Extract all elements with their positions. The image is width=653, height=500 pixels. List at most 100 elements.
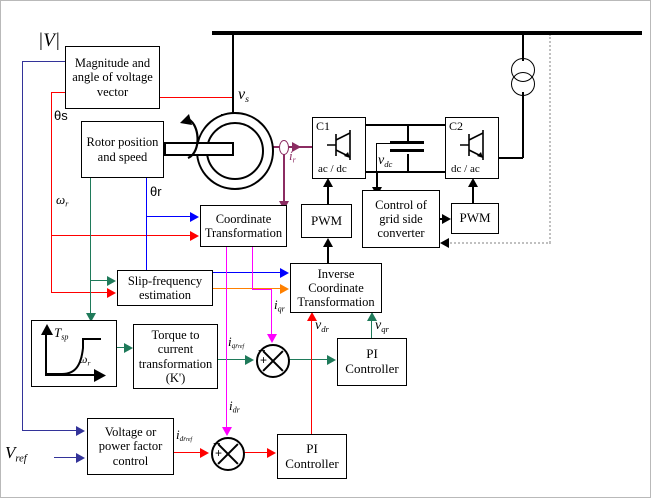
block-grid-side-control[interactable]: Control of grid side converter [362, 190, 440, 248]
rotor-current-sensor-node [279, 140, 289, 155]
magenta-iqr-arrow [267, 334, 277, 343]
label-omega-r: ωr [56, 192, 69, 209]
summing-junction-q: − + [256, 344, 290, 378]
red-to-coord-transform [51, 235, 194, 236]
block-inverse-coordinate-label: Inverse Coordinate Transformation [297, 266, 375, 310]
control-to-pwm-grid-arrow [442, 214, 451, 224]
label-omega-r-curve: ωr [79, 352, 91, 368]
red-to-slip-freq [51, 292, 111, 293]
pwm-rotor-to-c1-arrow [323, 178, 333, 187]
green-omega-rail [90, 178, 91, 323]
transformer-lv-line [522, 92, 524, 158]
blue-theta-r-rail [146, 178, 147, 272]
dc-cap-lead-top [407, 124, 409, 142]
magenta-idr-arrow [222, 427, 232, 436]
pwm-grid-to-c2-line [472, 186, 474, 203]
red-vs-sense-line [160, 97, 232, 98]
green-tsp-to-torque-arrow [124, 343, 133, 353]
tsp-y-axis-arrow-icon [41, 324, 53, 335]
label-c2-mode: dc / ac [451, 163, 480, 175]
label-c2: C2 [449, 119, 464, 133]
navy-left-rail [22, 61, 23, 430]
inverse-to-pwm-rotor-arrow [323, 238, 333, 247]
label-c1-mode: ac / dc [318, 163, 347, 175]
green-sum-to-pi-q-arrow [327, 355, 336, 365]
block-inverse-coordinate-transformation[interactable]: Inverse Coordinate Transformation [290, 263, 382, 313]
transformer-hv-line [522, 33, 524, 61]
grid-feedback-arrow [440, 238, 449, 248]
block-rotor-position-speed[interactable]: Rotor position and speed [81, 121, 164, 178]
grid-feedback-dotted-vertical [549, 34, 551, 243]
red-to-coord-arrow [190, 231, 199, 241]
blue-to-coord-transform [146, 216, 194, 217]
rotor-current-branch-vertical [283, 152, 285, 204]
pwm-grid-to-c2-arrow [468, 178, 478, 187]
green-sum-to-pi-q [286, 359, 330, 360]
label-idr: idr [229, 398, 240, 415]
orange-slip-to-inverse-arrow [280, 284, 289, 294]
block-magnitude-angle-label: Magnitude and angle of voltage vector [72, 56, 153, 99]
block-pwm-rotor[interactable]: PWM [301, 204, 352, 238]
block-voltage-pf-control[interactable]: Voltage or power factor control [87, 418, 174, 475]
tsp-x-axis-arrow-icon [94, 369, 106, 382]
label-tsp: Tsp [54, 325, 69, 342]
block-pwm-rotor-label: PWM [310, 212, 343, 228]
red-vdr-line [311, 320, 312, 434]
block-pi-controller-q-label: PI Controller [345, 346, 399, 376]
magenta-iqr-vertical-b [271, 289, 272, 336]
label-vdr: vdr [315, 318, 329, 334]
label-v-magnitude: |V| [38, 30, 61, 51]
block-torque-to-current[interactable]: Torque to current transformation (K') [133, 324, 218, 389]
label-idr-ref: idrref [176, 427, 193, 444]
transformer-coil-secondary [511, 72, 535, 96]
vdc-tap-line [376, 143, 390, 144]
blue-to-inverse-arrow [280, 268, 289, 278]
green-torque-to-sum-arrow [245, 355, 254, 365]
blue-to-coord-arrow [190, 212, 199, 222]
dc-capacitor-plate-top [390, 141, 424, 144]
red-vpf-to-sum-arrow [200, 448, 209, 458]
block-pi-controller-q[interactable]: PI Controller [337, 338, 407, 386]
rotation-arrow-icon [180, 114, 199, 160]
block-pwm-grid-label: PWM [459, 210, 491, 226]
sum-q-plus: + [260, 353, 268, 367]
dc-capacitor-plate-bottom [390, 149, 424, 152]
label-vref: Vref [5, 443, 27, 465]
block-grid-side-control-label: Control of grid side converter [375, 197, 427, 241]
block-slip-frequency-label: Slip-frequency estimation [127, 273, 203, 302]
block-slip-frequency-estimation[interactable]: Slip-frequency estimation [117, 270, 213, 306]
navy-to-voltage-pf-line [22, 430, 80, 431]
block-torque-to-current-label: Torque to current transformation (K') [138, 328, 213, 385]
block-coordinate-transformation-label: Coordinate Transformation [204, 211, 283, 240]
navy-vref-arrow [76, 453, 85, 463]
grid-feedback-dotted-horizontal [447, 242, 551, 244]
red-sum-to-pi-d-arrow [267, 448, 276, 458]
diagram-canvas: vsvs Magnitude and angle of voltage vect… [0, 0, 653, 500]
green-to-slip-arrow [107, 276, 116, 286]
block-coordinate-transformation[interactable]: Coordinate Transformation [200, 205, 287, 247]
block-voltage-pf-control-label: Voltage or power factor control [98, 425, 163, 468]
red-to-slip-arrow [107, 288, 116, 298]
green-vqr-line [371, 320, 372, 338]
pwm-rotor-to-c1-line [327, 186, 329, 204]
block-pi-controller-d-label: PI Controller [285, 440, 339, 471]
sum-d-plus: + [215, 446, 223, 460]
navy-to-voltage-pf-arrow [76, 426, 85, 436]
red-theta-s-rail [51, 92, 52, 292]
block-pwm-grid[interactable]: PWM [451, 203, 499, 234]
label-vs: vsvs [238, 86, 249, 106]
magenta-iqr-horizontal [252, 289, 272, 290]
label-iqr: iqr [274, 297, 285, 314]
block-pi-controller-d[interactable]: PI Controller [277, 434, 347, 479]
magenta-idr-vertical [226, 247, 227, 429]
orange-slip-to-inverse [213, 288, 284, 289]
label-iqr-ref: iqrref [228, 334, 245, 351]
vdc-tap-vertical [376, 143, 377, 171]
label-vqr: vqr [375, 318, 389, 334]
block-magnitude-angle-voltage[interactable]: Magnitude and angle of voltage vector [65, 46, 160, 109]
label-vdc: vdc [378, 153, 393, 169]
dc-cap-lead-bottom [407, 154, 409, 172]
grid-busbar [212, 31, 642, 35]
inverse-to-pwm-rotor-line [327, 245, 329, 263]
stator-feeder-line [232, 33, 234, 115]
